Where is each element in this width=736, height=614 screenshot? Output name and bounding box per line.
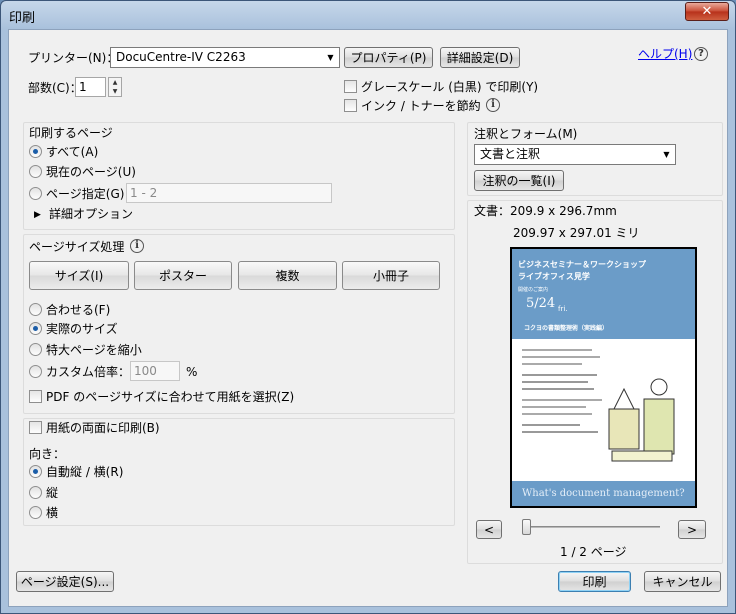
preview-heading-2: ライブオフィス見学 [518, 272, 590, 281]
orientation-auto-radio[interactable] [29, 465, 42, 478]
booklet-button[interactable]: 小冊子 [342, 261, 440, 290]
copies-stepper[interactable]: ▲ ▼ [108, 77, 122, 97]
save-ink-checkbox[interactable] [344, 99, 357, 112]
pdf-paper-checkbox[interactable] [29, 390, 42, 403]
preview-topic: コクヨの書類整理術（実践編） [524, 325, 609, 332]
pages-current-radio[interactable] [29, 165, 42, 178]
fit-label[interactable]: 合わせる(F) [46, 303, 110, 317]
custom-scale-radio[interactable] [29, 365, 42, 378]
preview-date: 5/24 [526, 296, 556, 311]
page-size-title: ページサイズ処理 [29, 240, 125, 254]
preview-subheading: 開催のご案内 [518, 287, 549, 293]
shrink-radio[interactable] [29, 343, 42, 356]
print-dialog-window: 印刷 ✕ プリンター(N)： DocuCentre-IV C2263 ▼ プロパ… [0, 0, 736, 614]
pages-range-radio[interactable] [29, 187, 42, 200]
pages-section-title: 印刷するページ [29, 126, 113, 140]
copies-label: 部数(C)： [28, 81, 82, 95]
page-size-info-icon[interactable]: i [130, 239, 144, 253]
printer-select[interactable]: DocuCentre-IV C2263 ▼ [110, 47, 340, 68]
pdf-paper-label[interactable]: PDF のページサイズに合わせて用紙を選択(Z) [46, 390, 294, 404]
stepper-down-icon[interactable]: ▼ [109, 87, 121, 96]
page-slider-thumb[interactable] [522, 519, 531, 535]
orientation-landscape-label[interactable]: 横 [46, 506, 58, 520]
duplex-label[interactable]: 用紙の両面に印刷(B) [46, 421, 160, 435]
document-size-label: 文書：209.9 x 296.7mm [474, 204, 617, 218]
dialog-client-area: プリンター(N)： DocuCentre-IV C2263 ▼ プロパティ(P)… [8, 29, 728, 607]
preview-footer-band: What's document management? [512, 481, 695, 506]
comments-summary-button[interactable]: 注釈の一覧(I) [474, 170, 564, 191]
preview-footer-text: What's document management? [522, 488, 685, 499]
expand-triangle-icon[interactable]: ▶ [34, 208, 41, 222]
save-ink-label[interactable]: インク / トナーを節約 [361, 99, 481, 113]
duplex-checkbox[interactable] [29, 421, 42, 434]
pages-range-input[interactable]: 1 - 2 [126, 183, 332, 203]
orientation-portrait-radio[interactable] [29, 486, 42, 499]
custom-scale-label[interactable]: カスタム倍率： [46, 365, 130, 379]
preview-header-band: ビジネスセミナー＆ワークショップ ライブオフィス見学 開催のご案内 5/24 f… [512, 249, 695, 339]
page-slider-track[interactable] [524, 526, 660, 528]
preview-body-text [522, 349, 602, 459]
multiple-button[interactable]: 複数 [238, 261, 337, 290]
paper-size-label: 209.97 x 297.01 ミリ [513, 226, 640, 240]
comments-select-value: 文書と注釈 [480, 147, 541, 161]
preview-illustration [608, 378, 675, 462]
chevron-down-icon: ▼ [663, 150, 670, 159]
title-bar[interactable]: 印刷 ✕ [1, 1, 735, 29]
actual-size-radio[interactable] [29, 322, 42, 335]
save-ink-info-icon[interactable]: i [486, 98, 500, 112]
page-preview: ビジネスセミナー＆ワークショップ ライブオフィス見学 開催のご案内 5/24 f… [510, 247, 697, 508]
orientation-landscape-radio[interactable] [29, 506, 42, 519]
shrink-label[interactable]: 特大ページを縮小 [46, 343, 142, 357]
orientation-portrait-label[interactable]: 縦 [46, 486, 58, 500]
next-page-button[interactable]: > [678, 520, 706, 539]
help-link[interactable]: ヘルプ(H) [638, 47, 692, 61]
pages-current-label[interactable]: 現在のページ(U) [46, 165, 136, 179]
percent-label: % [186, 365, 198, 379]
chevron-down-icon: ▼ [327, 53, 334, 62]
prev-page-button[interactable]: < [476, 520, 502, 539]
grayscale-checkbox[interactable] [344, 80, 357, 93]
page-indicator: 1 / 2 ページ [560, 545, 627, 559]
poster-button[interactable]: ポスター [134, 261, 232, 290]
custom-scale-input[interactable]: 100 [130, 361, 180, 381]
actual-size-label[interactable]: 実際のサイズ [46, 322, 118, 336]
pages-all-label[interactable]: すべて(A) [46, 145, 98, 159]
close-button[interactable]: ✕ [685, 2, 729, 21]
grayscale-label[interactable]: グレースケール (白黒) で印刷(Y) [361, 80, 538, 94]
comments-select[interactable]: 文書と注釈 ▼ [474, 144, 676, 165]
window-title: 印刷 [9, 11, 36, 26]
page-setup-button[interactable]: ページ設定(S)... [16, 571, 114, 592]
stepper-up-icon[interactable]: ▲ [109, 78, 121, 87]
print-button[interactable]: 印刷 [558, 571, 631, 592]
more-options-label[interactable]: 詳細オプション [49, 207, 133, 221]
printer-select-value: DocuCentre-IV C2263 [116, 50, 246, 64]
preview-day: fri. [558, 305, 568, 313]
advanced-button[interactable]: 詳細設定(D) [440, 47, 520, 68]
fit-radio[interactable] [29, 303, 42, 316]
cancel-button[interactable]: キャンセル [644, 571, 721, 592]
orientation-auto-label[interactable]: 自動縦 / 横(R) [46, 465, 123, 479]
comments-title: 注釈とフォーム(M) [474, 127, 578, 141]
orientation-title: 向き： [29, 447, 66, 461]
printer-label: プリンター(N)： [28, 51, 119, 65]
copies-input[interactable]: 1 [75, 77, 106, 97]
properties-button[interactable]: プロパティ(P) [344, 47, 433, 68]
pages-all-radio[interactable] [29, 145, 42, 158]
size-button[interactable]: サイズ(I) [29, 261, 129, 290]
pages-range-label[interactable]: ページ指定(G) [46, 187, 124, 201]
help-icon[interactable]: ? [694, 47, 708, 61]
